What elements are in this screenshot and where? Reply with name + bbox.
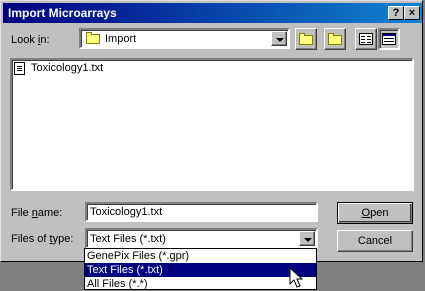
dropdown-option[interactable]: All Files (*.*) <box>85 277 316 291</box>
file-type-value: Text Files (*.txt) <box>90 233 166 245</box>
open-button[interactable]: Open <box>337 202 413 224</box>
file-name-label: File name: <box>11 207 63 219</box>
text-file-icon <box>14 62 25 78</box>
file-name-value: Toxicology1.txt <box>90 206 163 218</box>
file-type-dropdown[interactable]: GenePix Files (*.gpr) Text Files (*.txt)… <box>84 248 317 290</box>
up-folder-icon <box>299 33 313 48</box>
open-button-label: Open <box>361 207 389 219</box>
import-dialog: Import Microarrays ? × Look in: Import T… <box>0 0 423 262</box>
details-view-icon <box>382 33 396 45</box>
file-list[interactable]: Toxicology1.txt <box>10 58 414 191</box>
details-view-button[interactable] <box>378 28 400 50</box>
list-view-button[interactable] <box>355 28 377 50</box>
folder-icon <box>86 32 100 47</box>
new-folder-button[interactable] <box>324 28 346 50</box>
chevron-down-icon[interactable] <box>271 31 287 46</box>
file-type-label: Files of type: <box>11 233 74 245</box>
file-name-input[interactable]: Toxicology1.txt <box>85 202 318 222</box>
mouse-cursor-icon <box>289 267 303 288</box>
dropdown-option[interactable]: GenePix Files (*.gpr) <box>85 249 316 263</box>
new-folder-icon <box>328 33 342 48</box>
dropdown-option-selected[interactable]: Text Files (*.txt) <box>85 263 316 277</box>
window-title: Import Microarrays <box>8 6 117 20</box>
look-in-combo[interactable]: Import <box>79 28 290 49</box>
help-button[interactable]: ? <box>388 6 404 20</box>
up-folder-button[interactable] <box>295 28 317 50</box>
file-name: Toxicology1.txt <box>31 62 104 74</box>
close-button[interactable]: × <box>404 6 420 20</box>
chevron-down-icon[interactable] <box>299 231 315 246</box>
title-bar[interactable]: Import Microarrays ? × <box>3 3 422 23</box>
look-in-value: Import <box>105 33 137 45</box>
look-in-label: Look in: <box>11 34 50 46</box>
list-view-icon <box>359 33 373 45</box>
cancel-button-label: Cancel <box>357 235 393 247</box>
file-type-select[interactable]: Text Files (*.txt) <box>85 228 318 249</box>
cancel-button[interactable]: Cancel <box>337 230 413 252</box>
